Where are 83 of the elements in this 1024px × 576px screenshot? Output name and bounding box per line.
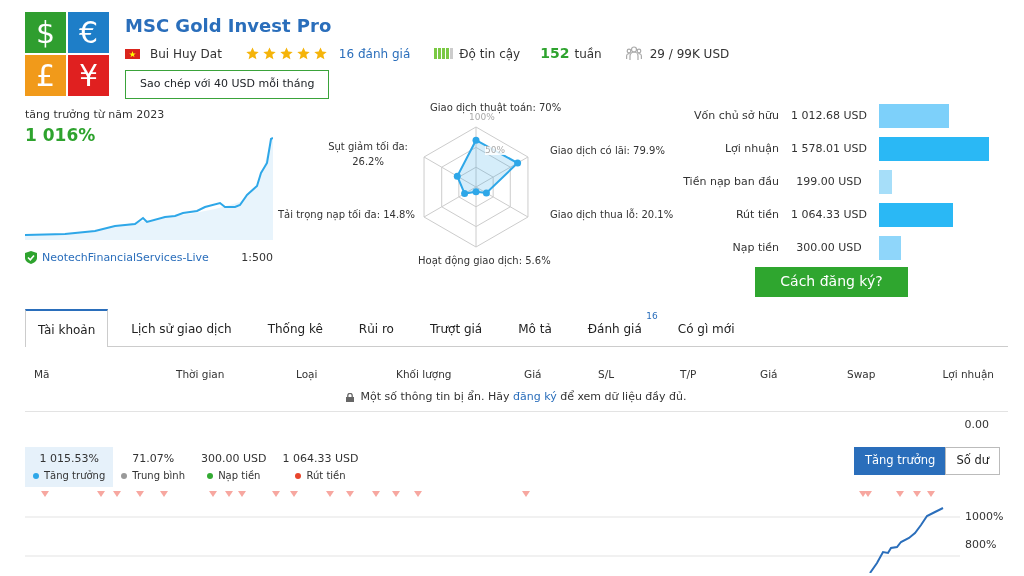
radar-shape <box>453 136 522 197</box>
view-toggle-button[interactable]: Tăng trưởng <box>853 447 947 475</box>
growth-value: 1 016% <box>25 124 97 147</box>
currency-logo-tile: € <box>68 12 109 53</box>
weeks-unit: tuần <box>574 45 602 63</box>
stat-label: Vốn chủ sở hữu <box>692 107 779 124</box>
subscribers-count: 29 / 99K USD <box>649 45 730 63</box>
legend-label: Trung bình <box>132 469 186 481</box>
star-icon <box>313 47 327 60</box>
tab[interactable]: Lịch sử giao dịch <box>118 308 245 346</box>
legend-item[interactable]: 300.00 USD Nạp tiền <box>193 447 275 487</box>
stat-label: Rút tiền <box>734 206 779 223</box>
column-header: Lợi nhuận <box>942 366 994 383</box>
strategy-title[interactable]: MSC Gold Invest Pro <box>125 12 730 39</box>
legend-item[interactable]: 71.07% Trung bình <box>113 447 194 487</box>
column-header: Giá <box>524 366 543 382</box>
stat-value: 300.00 USD <box>795 239 863 256</box>
star-icon <box>245 47 259 60</box>
broker-link[interactable]: NeotechFinancialServices-Live <box>42 249 209 266</box>
growth-caption: tăng trưởng từ năm 2023 <box>25 106 166 123</box>
tab[interactable]: Thống kê <box>254 308 336 346</box>
legend-value: 71.07% <box>131 451 176 468</box>
legend-label: Nạp tiền <box>218 469 261 481</box>
legend-label: Rút tiền <box>306 469 346 481</box>
radar-axis-label: Giao dịch thua lỗ: 20.1% <box>550 207 674 222</box>
author-name[interactable]: Bui Huy Dat <box>150 44 222 63</box>
column-header: Mã <box>34 366 51 382</box>
grid-label: 100% <box>469 112 495 123</box>
stat-value: 1 578.01 USD <box>790 140 868 157</box>
legend-value: 1 015.53% <box>38 451 100 468</box>
radar-axis-label: Giao dịch có lãi: 79.9% <box>550 143 665 158</box>
radar-axis-label: Sụt giảm tối đa: 26.2% <box>328 139 408 169</box>
hidden-info-notice: Một số thông tin bị ẩn. Hãy đăng ký để xem dữ liệu đầy đủ. <box>360 389 687 406</box>
column-header: Thời gian <box>176 366 226 382</box>
total-profit: 0.00 <box>964 416 989 433</box>
column-header: Swap <box>847 366 877 382</box>
legend-value: 300.00 USD <box>201 451 267 468</box>
reliability-bars-icon <box>434 48 454 59</box>
radar-axis-label: Giao dịch thuật toán: 70% <box>430 100 562 114</box>
tab[interactable]: Tài khoản <box>25 308 109 347</box>
stat-value: 1 012.68 USD <box>790 107 868 124</box>
currency-logo-tile: ¥ <box>68 55 109 96</box>
grid-label: 50% <box>485 145 505 156</box>
tab[interactable]: Rủi ro <box>345 308 407 346</box>
stat-label: Lợi nhuận <box>723 140 779 157</box>
stat-label: Nạp tiền <box>731 239 779 256</box>
tab[interactable]: Mô tả <box>505 308 565 346</box>
flag-icon <box>125 48 140 59</box>
stat-value: 199.00 USD <box>795 173 863 190</box>
people-icon <box>625 46 642 61</box>
tab[interactable]: Có gì mới <box>664 308 748 346</box>
column-header: Loại <box>296 366 319 383</box>
tab[interactable]: Đánh giá 16 <box>574 308 655 346</box>
column-header: Giá <box>760 366 779 382</box>
y-axis-label: 800% <box>965 538 998 551</box>
tab[interactable]: Trượt giá <box>416 308 496 346</box>
view-toggle-button[interactable]: Số dư <box>945 447 1000 475</box>
legend-item[interactable]: 1 064.33 USD Rút tiền <box>274 447 367 487</box>
currency-logo-tile: $ <box>25 12 66 53</box>
verified-shield-icon <box>25 251 37 265</box>
stat-value: 1 064.33 USD <box>790 206 868 223</box>
star-icon <box>262 47 276 60</box>
legend-label: Tăng trưởng <box>44 469 106 481</box>
reliability-label: Độ tin cậy <box>459 45 521 63</box>
y-axis-label: 1000% <box>965 510 1004 523</box>
weeks-value: 152 <box>540 44 570 63</box>
reviews-link[interactable]: 16 đánh giá <box>338 44 411 63</box>
stat-label: Tiền nạp ban đầu <box>682 173 779 190</box>
column-header: T/P <box>680 366 698 382</box>
column-header: S/L <box>598 366 616 382</box>
radar-axis-label: Hoạt động giao dịch: 5.6% <box>418 253 551 268</box>
copy-subscription-button[interactable]: Sao chép với 40 USD mỗi tháng <box>125 70 330 99</box>
star-icon <box>296 47 310 60</box>
lock-icon <box>346 393 355 402</box>
column-header: Khối lượng <box>396 366 453 382</box>
currency-logo-tile: £ <box>25 55 66 96</box>
tab-badge-count: 16 <box>646 309 658 323</box>
legend-item[interactable]: 1 015.53% Tăng trưởng <box>25 447 114 487</box>
signup-link[interactable]: đăng ký <box>513 390 557 404</box>
leverage-value: 1:500 <box>241 249 273 266</box>
radar-axis-label: Tải trọng nạp tối đa: 14.8% <box>278 207 415 222</box>
legend-value: 1 064.33 USD <box>282 451 359 468</box>
star-icon <box>279 47 293 60</box>
